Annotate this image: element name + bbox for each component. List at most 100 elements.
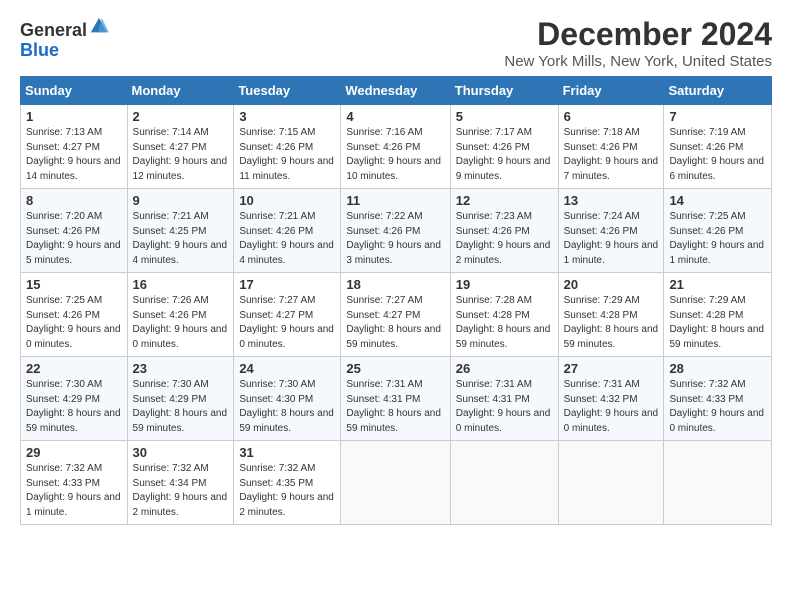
day-number: 15 bbox=[26, 277, 122, 292]
calendar-cell: 10 Sunrise: 7:21 AMSunset: 4:26 PMDayligh… bbox=[234, 189, 341, 273]
calendar-cell: 27Sunrise: 7:31 AMSunset: 4:32 PMDayligh… bbox=[558, 357, 664, 441]
weekday-sunday: Sunday bbox=[21, 77, 128, 105]
logo: General Blue bbox=[20, 16, 109, 61]
calendar-cell: 21 Sunrise: 7:29 AMSunset: 4:28 PMDayligh… bbox=[664, 273, 772, 357]
calendar-cell: 17 Sunrise: 7:27 AMSunset: 4:27 PMDayligh… bbox=[234, 273, 341, 357]
day-number: 2 bbox=[133, 109, 229, 124]
day-info: Sunrise: 7:32 AMSunset: 4:33 PMDaylight:… bbox=[26, 462, 122, 520]
day-info: Sunrise: 7:22 AMSunset: 4:26 PMDaylight:… bbox=[346, 210, 444, 268]
week-row-4: 22 Sunrise: 7:30 AMSunset: 4:29 PMDayligh… bbox=[21, 357, 772, 441]
day-number: 6 bbox=[564, 109, 659, 124]
logo-blue: Blue bbox=[20, 40, 59, 60]
day-info: Sunrise: 7:24 AMSunset: 4:26 PMDaylight:… bbox=[564, 210, 659, 268]
day-info: Sunrise: 7:30 AMSunset: 4:29 PMDaylight:… bbox=[26, 378, 122, 436]
day-info: Sunrise: 7:19 AMSunset: 4:26 PMDaylight:… bbox=[669, 126, 766, 184]
day-info: Sunrise: 7:18 AMSunset: 4:26 PMDaylight:… bbox=[564, 126, 659, 184]
day-info: Sunrise: 7:21 AMSunset: 4:26 PMDaylight:… bbox=[239, 210, 335, 268]
calendar-cell: 24 Sunrise: 7:30 AMSunset: 4:30 PMDayligh… bbox=[234, 357, 341, 441]
calendar-cell: 2Sunrise: 7:14 AMSunset: 4:27 PMDaylight… bbox=[127, 105, 234, 189]
week-row-3: 15Sunrise: 7:25 AMSunset: 4:26 PMDayligh… bbox=[21, 273, 772, 357]
header: General Blue December 2024 New York Mill… bbox=[20, 16, 772, 70]
day-number: 13 bbox=[564, 193, 659, 208]
day-number: 5 bbox=[456, 109, 553, 124]
weekday-header-row: SundayMondayTuesdayWednesdayThursdayFrid… bbox=[21, 77, 772, 105]
calendar-cell: 3 Sunrise: 7:15 AMSunset: 4:26 PMDaylight… bbox=[234, 105, 341, 189]
day-number: 17 bbox=[239, 277, 335, 292]
calendar-cell: 25 Sunrise: 7:31 AMSunset: 4:31 PMDayligh… bbox=[341, 357, 450, 441]
day-number: 3 bbox=[239, 109, 335, 124]
day-info: Sunrise: 7:29 AMSunset: 4:28 PMDaylight:… bbox=[669, 294, 766, 352]
day-number: 4 bbox=[346, 109, 444, 124]
week-row-2: 8 Sunrise: 7:20 AMSunset: 4:26 PMDaylight… bbox=[21, 189, 772, 273]
calendar-cell: 18 Sunrise: 7:27 AMSunset: 4:27 PMDayligh… bbox=[341, 273, 450, 357]
calendar-cell: 8 Sunrise: 7:20 AMSunset: 4:26 PMDaylight… bbox=[21, 189, 128, 273]
day-info: Sunrise: 7:29 AMSunset: 4:28 PMDaylight:… bbox=[564, 294, 659, 352]
calendar-cell: 20Sunrise: 7:29 AMSunset: 4:28 PMDayligh… bbox=[558, 273, 664, 357]
day-number: 14 bbox=[669, 193, 766, 208]
day-info: Sunrise: 7:21 AMSunset: 4:25 PMDaylight:… bbox=[133, 210, 229, 268]
day-number: 7 bbox=[669, 109, 766, 124]
logo-icon bbox=[89, 16, 109, 36]
calendar-cell: 5 Sunrise: 7:17 AMSunset: 4:26 PMDaylight… bbox=[450, 105, 558, 189]
day-info: Sunrise: 7:32 AMSunset: 4:33 PMDaylight:… bbox=[669, 378, 766, 436]
weekday-tuesday: Tuesday bbox=[234, 77, 341, 105]
calendar-cell: 31 Sunrise: 7:32 AMSunset: 4:35 PMDayligh… bbox=[234, 441, 341, 525]
calendar-cell bbox=[341, 441, 450, 525]
day-number: 9 bbox=[133, 193, 229, 208]
day-number: 21 bbox=[669, 277, 766, 292]
day-info: Sunrise: 7:16 AMSunset: 4:26 PMDaylight:… bbox=[346, 126, 444, 184]
location-title: New York Mills, New York, United States bbox=[504, 53, 772, 70]
logo-general: General bbox=[20, 20, 87, 40]
day-info: Sunrise: 7:20 AMSunset: 4:26 PMDaylight:… bbox=[26, 210, 122, 268]
day-number: 31 bbox=[239, 445, 335, 460]
day-info: Sunrise: 7:28 AMSunset: 4:28 PMDaylight:… bbox=[456, 294, 553, 352]
day-number: 29 bbox=[26, 445, 122, 460]
calendar-cell: 9 Sunrise: 7:21 AMSunset: 4:25 PMDaylight… bbox=[127, 189, 234, 273]
calendar-cell: 11 Sunrise: 7:22 AMSunset: 4:26 PMDayligh… bbox=[341, 189, 450, 273]
calendar-cell: 16Sunrise: 7:26 AMSunset: 4:26 PMDayligh… bbox=[127, 273, 234, 357]
day-info: Sunrise: 7:17 AMSunset: 4:26 PMDaylight:… bbox=[456, 126, 553, 184]
calendar-cell: 6 Sunrise: 7:18 AMSunset: 4:26 PMDaylight… bbox=[558, 105, 664, 189]
day-info: Sunrise: 7:27 AMSunset: 4:27 PMDaylight:… bbox=[239, 294, 335, 352]
day-number: 22 bbox=[26, 361, 122, 376]
calendar-cell: 1 Sunrise: 7:13 AMSunset: 4:27 PMDaylight… bbox=[21, 105, 128, 189]
day-info: Sunrise: 7:15 AMSunset: 4:26 PMDaylight:… bbox=[239, 126, 335, 184]
weekday-thursday: Thursday bbox=[450, 77, 558, 105]
calendar-cell: 7 Sunrise: 7:19 AMSunset: 4:26 PMDaylight… bbox=[664, 105, 772, 189]
day-info: Sunrise: 7:30 AMSunset: 4:30 PMDaylight:… bbox=[239, 378, 335, 436]
day-number: 25 bbox=[346, 361, 444, 376]
weekday-wednesday: Wednesday bbox=[341, 77, 450, 105]
day-info: Sunrise: 7:31 AMSunset: 4:31 PMDaylight:… bbox=[346, 378, 444, 436]
day-number: 24 bbox=[239, 361, 335, 376]
day-info: Sunrise: 7:23 AMSunset: 4:26 PMDaylight:… bbox=[456, 210, 553, 268]
day-number: 12 bbox=[456, 193, 553, 208]
calendar-cell: 12 Sunrise: 7:23 AMSunset: 4:26 PMDayligh… bbox=[450, 189, 558, 273]
day-info: Sunrise: 7:13 AMSunset: 4:27 PMDaylight:… bbox=[26, 126, 122, 184]
day-number: 23 bbox=[133, 361, 229, 376]
calendar-cell: 19Sunrise: 7:28 AMSunset: 4:28 PMDayligh… bbox=[450, 273, 558, 357]
calendar-cell: 28 Sunrise: 7:32 AMSunset: 4:33 PMDayligh… bbox=[664, 357, 772, 441]
calendar-table: SundayMondayTuesdayWednesdayThursdayFrid… bbox=[20, 76, 772, 525]
calendar-cell: 14Sunrise: 7:25 AMSunset: 4:26 PMDayligh… bbox=[664, 189, 772, 273]
day-info: Sunrise: 7:31 AMSunset: 4:31 PMDaylight:… bbox=[456, 378, 553, 436]
day-number: 11 bbox=[346, 193, 444, 208]
calendar-cell: 4 Sunrise: 7:16 AMSunset: 4:26 PMDaylight… bbox=[341, 105, 450, 189]
calendar-cell bbox=[558, 441, 664, 525]
day-info: Sunrise: 7:27 AMSunset: 4:27 PMDaylight:… bbox=[346, 294, 444, 352]
day-info: Sunrise: 7:30 AMSunset: 4:29 PMDaylight:… bbox=[133, 378, 229, 436]
weekday-monday: Monday bbox=[127, 77, 234, 105]
calendar-cell: 22 Sunrise: 7:30 AMSunset: 4:29 PMDayligh… bbox=[21, 357, 128, 441]
week-row-5: 29 Sunrise: 7:32 AMSunset: 4:33 PMDayligh… bbox=[21, 441, 772, 525]
day-info: Sunrise: 7:32 AMSunset: 4:35 PMDaylight:… bbox=[239, 462, 335, 520]
day-number: 28 bbox=[669, 361, 766, 376]
week-row-1: 1 Sunrise: 7:13 AMSunset: 4:27 PMDaylight… bbox=[21, 105, 772, 189]
day-number: 16 bbox=[133, 277, 229, 292]
day-number: 1 bbox=[26, 109, 122, 124]
calendar-cell: 26Sunrise: 7:31 AMSunset: 4:31 PMDayligh… bbox=[450, 357, 558, 441]
day-number: 8 bbox=[26, 193, 122, 208]
calendar-cell: 13 Sunrise: 7:24 AMSunset: 4:26 PMDayligh… bbox=[558, 189, 664, 273]
day-number: 30 bbox=[133, 445, 229, 460]
calendar-cell: 15Sunrise: 7:25 AMSunset: 4:26 PMDayligh… bbox=[21, 273, 128, 357]
day-number: 10 bbox=[239, 193, 335, 208]
day-number: 18 bbox=[346, 277, 444, 292]
